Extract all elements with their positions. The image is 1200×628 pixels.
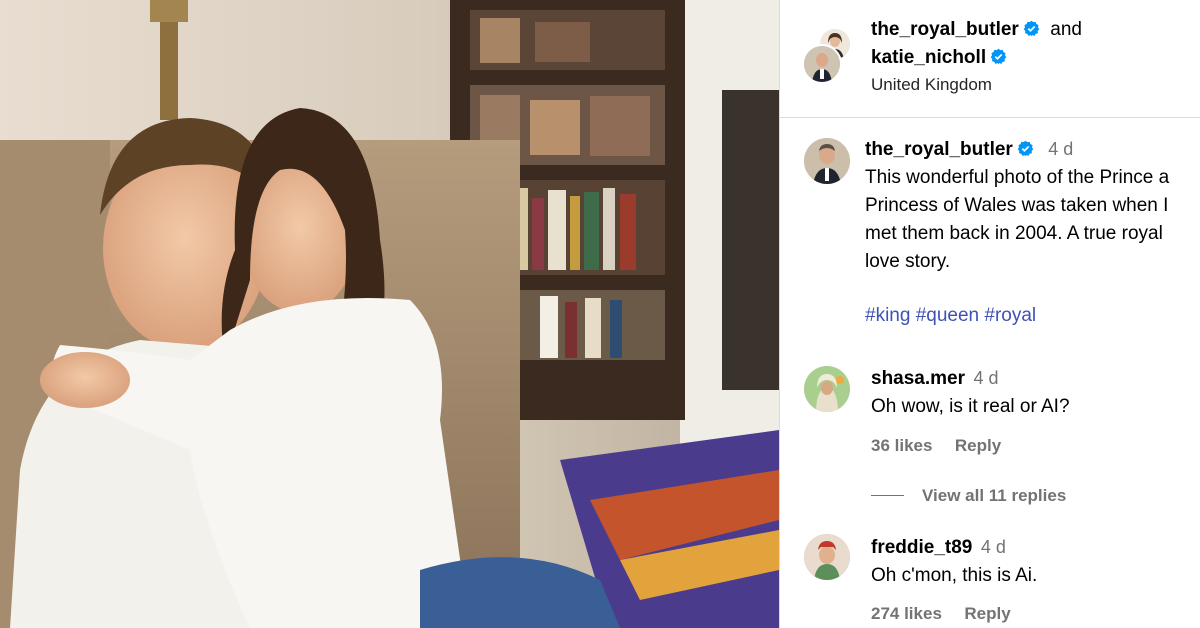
hashtag-queen[interactable]: #queen [916,305,979,326]
comment-1-actions: 36 likes Reply [871,436,1001,456]
view-replies-line [871,495,904,496]
header-location[interactable]: United Kingdom [871,75,992,95]
header-username-1[interactable]: the_royal_butler [871,19,1019,40]
post-side-panel: the_royal_butler and katie_nicholl Unite… [780,0,1200,628]
comment-1-reply-button[interactable]: Reply [955,436,1001,455]
comment-2-reply-button[interactable]: Reply [964,604,1010,623]
comment-2-actions: 274 likes Reply [871,604,1011,624]
verified-badge-icon [1017,140,1034,157]
comment-2-text: Oh c'mon, this is Ai. [871,565,1038,586]
header-usernames-line2: katie_nicholl [871,47,1007,69]
header-and-text: and [1050,19,1082,40]
comment-2-username[interactable]: freddie_t89 [871,537,972,558]
post-header: the_royal_butler and katie_nicholl Unite… [780,0,1200,118]
avatar-the-royal-butler[interactable] [802,44,842,84]
hashtag-royal[interactable]: #royal [984,305,1036,326]
caption-line-1: This wonderful photo of the Prince a [865,167,1170,188]
caption-time[interactable]: 4 d [1048,139,1073,159]
post-photo-image [0,0,779,628]
comment-2-header: freddie_t89 4 d [871,537,1006,559]
verified-badge-icon [1023,20,1040,37]
caption-header: the_royal_butler 4 d [865,139,1073,161]
header-usernames-line1: the_royal_butler and [871,19,1082,41]
caption-line-2: Princess of Wales was taken when I [865,195,1169,216]
comment-1-likes[interactable]: 36 likes [871,436,932,455]
comment-avatar-freddie-t89[interactable] [804,534,850,580]
comment-avatar-shasa-mer[interactable] [804,366,850,412]
caption-avatar[interactable] [804,138,850,184]
view-replies-button[interactable]: View all 11 replies [922,486,1066,506]
post-photo[interactable] [0,0,779,628]
comment-1-text: Oh wow, is it real or AI? [871,396,1070,417]
caption-line-4: love story. [865,251,951,272]
caption-hashtags: #king #queen #royal [865,305,1036,327]
comment-1-time[interactable]: 4 d [973,368,998,388]
caption-line-3: met them back in 2004. A true royal [865,223,1163,244]
comment-2-time[interactable]: 4 d [981,537,1006,557]
caption-username[interactable]: the_royal_butler [865,139,1013,160]
comment-1-username[interactable]: shasa.mer [871,368,965,389]
verified-badge-icon [990,48,1007,65]
comment-1-header: shasa.mer 4 d [871,368,999,390]
comment-2-likes[interactable]: 274 likes [871,604,942,623]
hashtag-king[interactable]: #king [865,305,910,326]
header-username-2[interactable]: katie_nicholl [871,47,986,68]
